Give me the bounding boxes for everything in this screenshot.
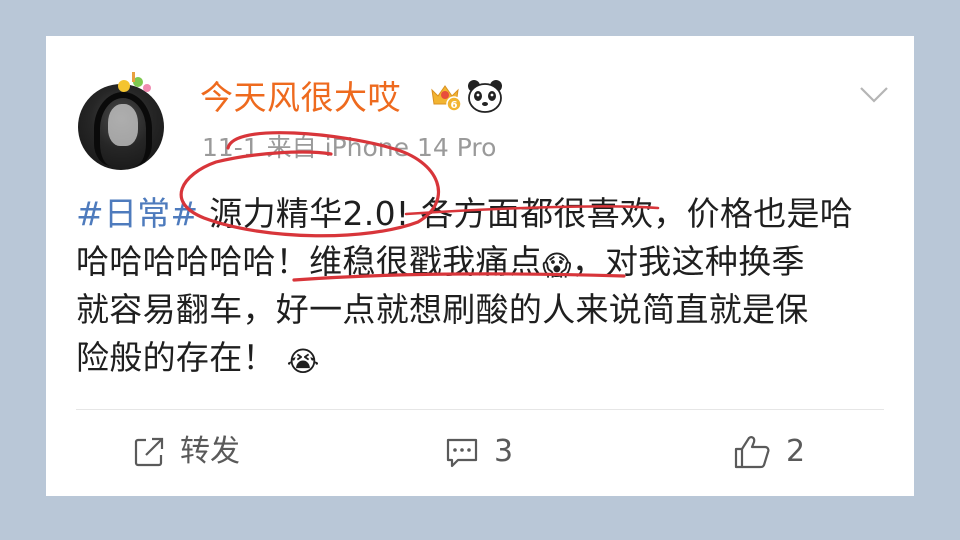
share-icon bbox=[134, 437, 164, 467]
thumbs-up-icon bbox=[734, 436, 770, 469]
screaming-face-emoji-icon: 😱 bbox=[542, 249, 572, 282]
hashtag-link[interactable]: #日常# bbox=[76, 194, 199, 233]
comment-icon bbox=[446, 438, 478, 468]
like-count: 2 bbox=[786, 434, 806, 469]
chevron-down-icon[interactable] bbox=[858, 78, 890, 110]
post-line: 险般的存在！ 😭 bbox=[76, 338, 320, 378]
avatar[interactable] bbox=[76, 72, 170, 170]
post-line: 就容易翻车，好一点就想刷酸的人来说简直就是保 bbox=[76, 290, 809, 329]
post-meta: 11-1 来自 iPhone 14 Pro bbox=[202, 133, 497, 162]
like-button[interactable]: 2 bbox=[732, 432, 805, 472]
comment-count: 3 bbox=[494, 434, 514, 469]
avatar-decoration-icon bbox=[114, 72, 154, 100]
repost-label: 转发 bbox=[180, 434, 240, 469]
divider bbox=[76, 409, 884, 410]
panda-icon[interactable] bbox=[466, 78, 504, 114]
svg-text:6: 6 bbox=[451, 100, 458, 111]
crying-face-emoji-icon: 😭 bbox=[286, 345, 320, 378]
repost-button[interactable]: 转发 bbox=[132, 432, 240, 472]
username[interactable]: 今天风很大哎 bbox=[200, 78, 401, 118]
weibo-post-card: 今天风很大哎 6 11-1 来自 iPhone 14 Pro #日常# 源力精华… bbox=[46, 36, 914, 496]
post-content: #日常# 源力精华2.0! 各方面都很喜欢，价格也是哈 哈哈哈哈哈哈！维稳很戳我… bbox=[76, 190, 886, 382]
comment-button[interactable]: 3 bbox=[444, 432, 513, 472]
post-line: 哈哈哈哈哈哈！维稳很戳我痛点😱，对我这种换季 bbox=[76, 242, 805, 282]
crown-badge-icon[interactable]: 6 bbox=[428, 78, 462, 112]
post-line: #日常# 源力精华2.0! 各方面都很喜欢，价格也是哈 bbox=[76, 194, 854, 233]
